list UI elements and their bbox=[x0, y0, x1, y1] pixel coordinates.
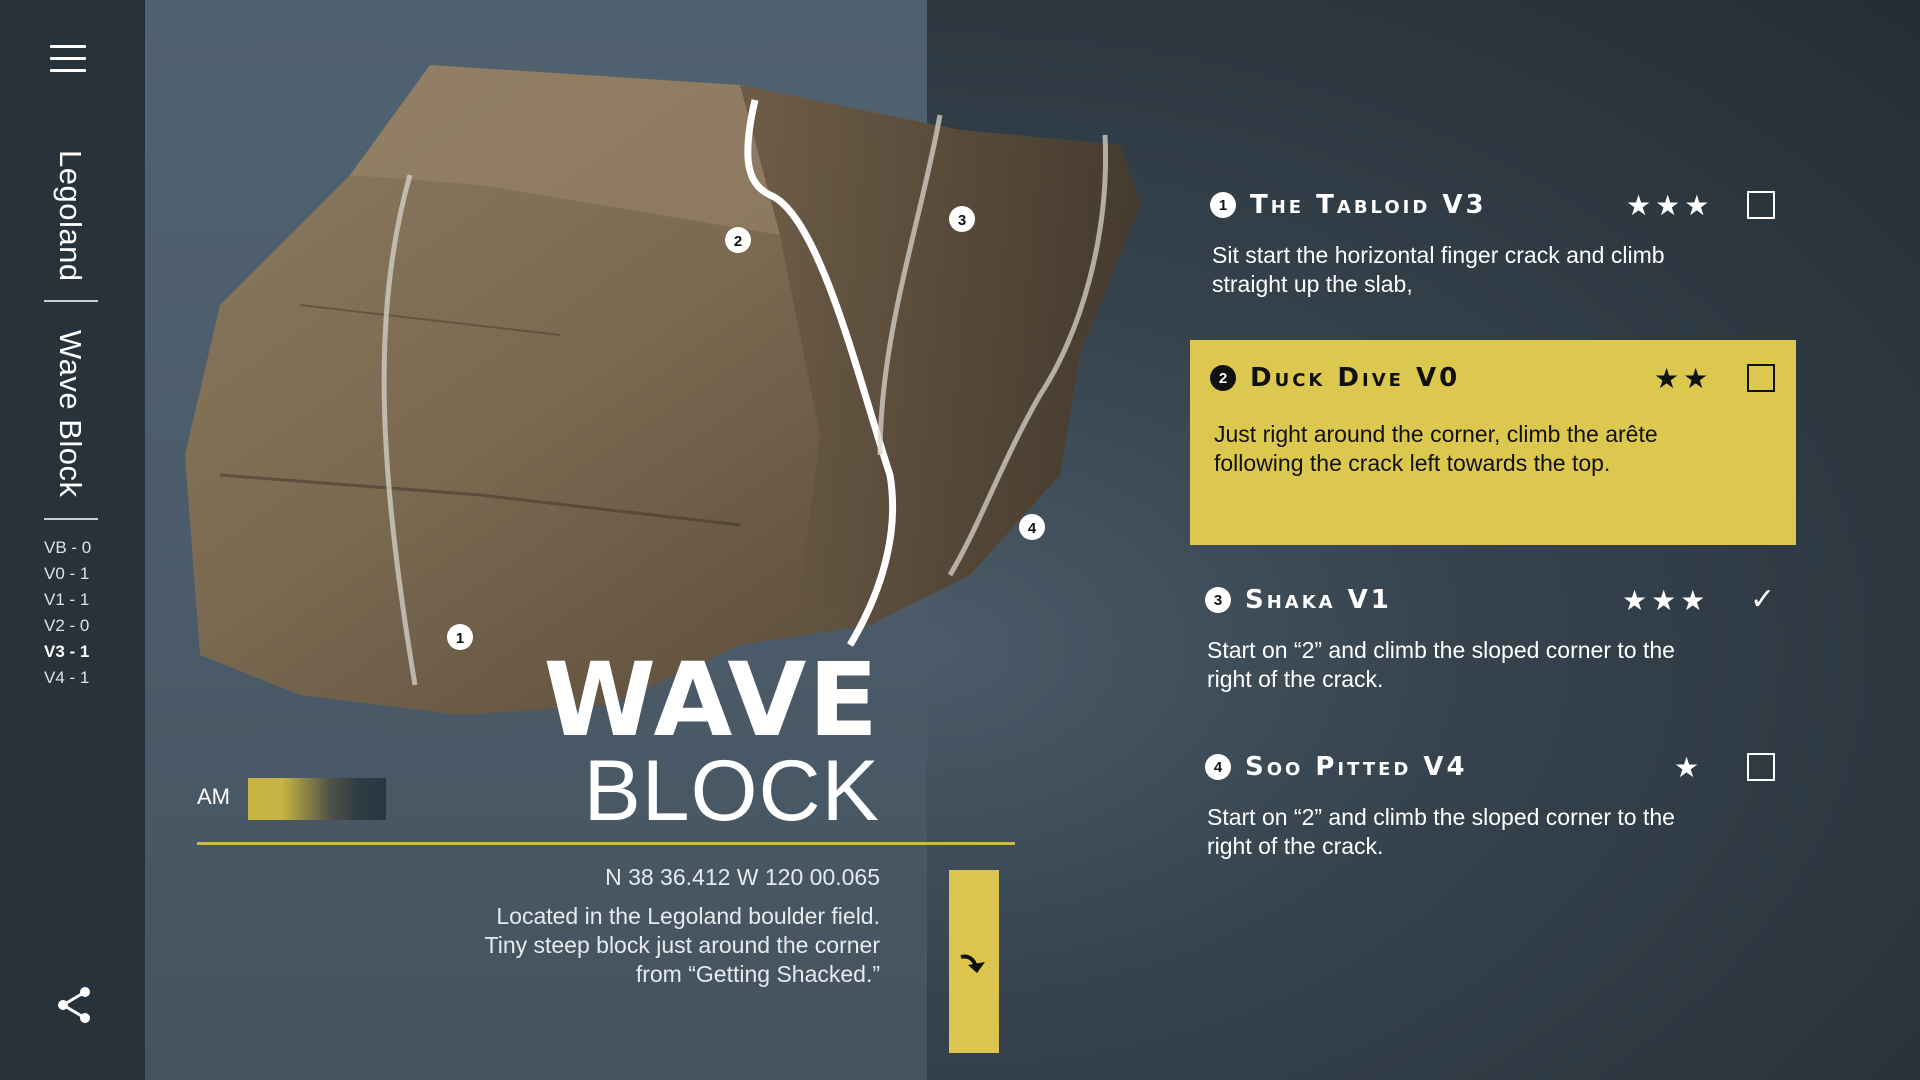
grade-count: V4 - 1 bbox=[44, 668, 90, 687]
breadcrumb-boulder[interactable]: Wave Block bbox=[52, 330, 88, 498]
route-header: 1 The Tabloid V3 bbox=[1210, 185, 1487, 225]
route-description: Start on “2” and climb the sloped corner… bbox=[1207, 637, 1675, 692]
curved-arrow-icon bbox=[960, 954, 985, 973]
route-card-3[interactable]: 3 Shaka V1 ★★★ ✓ Start on “2” and climb … bbox=[1190, 580, 1796, 700]
route-marker-4[interactable]: 4 bbox=[1019, 514, 1045, 540]
route-number-badge: 1 bbox=[1210, 192, 1236, 218]
route-header: 3 Shaka V1 bbox=[1205, 580, 1392, 620]
sidebar-divider bbox=[44, 300, 98, 302]
svg-text:2: 2 bbox=[734, 233, 742, 250]
grade-count: V2 - 0 bbox=[44, 616, 90, 635]
tick-checkbox[interactable] bbox=[1747, 364, 1775, 392]
route-header: 2 Duck Dive V0 bbox=[1210, 358, 1460, 398]
share-icon[interactable] bbox=[55, 985, 95, 1025]
grade-count: VB - 0 bbox=[44, 538, 92, 557]
tick-checkbox[interactable] bbox=[1747, 191, 1775, 219]
boulder-title-top: WAVE bbox=[543, 641, 880, 760]
breadcrumb-area[interactable]: Legoland bbox=[52, 150, 88, 282]
route-marker-1[interactable]: 1 bbox=[447, 624, 473, 650]
svg-text:4: 4 bbox=[1028, 520, 1037, 537]
grade-count-highlighted: V3 - 1 bbox=[44, 642, 90, 661]
hamburger-menu-icon[interactable] bbox=[50, 45, 86, 77]
star-rating: ★ bbox=[1674, 752, 1704, 783]
boulder-description: Located in the Legoland boulder field. T… bbox=[484, 903, 880, 987]
route-description: Sit start the horizontal finger crack an… bbox=[1212, 242, 1665, 297]
grade-count: V0 - 1 bbox=[44, 564, 90, 583]
route-name: The Tabloid V3 bbox=[1250, 190, 1487, 220]
sun-exposure-gradient bbox=[248, 778, 386, 820]
sun-exposure-label: AM bbox=[197, 784, 230, 809]
grade-summary: VB - 0 V0 - 1 V1 - 1 V2 - 0 V3 - 1 V4 - … bbox=[44, 535, 91, 691]
route-number-badge: 3 bbox=[1205, 587, 1231, 613]
route-card-2[interactable]: 2 Duck Dive V0 ★★ Just right around the … bbox=[1190, 340, 1796, 545]
svg-text:3: 3 bbox=[958, 212, 966, 229]
tick-checkbox[interactable] bbox=[1747, 753, 1775, 781]
route-marker-3[interactable]: 3 bbox=[949, 206, 975, 232]
star-rating: ★★★ bbox=[1626, 190, 1714, 221]
route-card-1[interactable]: 1 The Tabloid V3 ★★★ Sit start the horiz… bbox=[1190, 185, 1796, 335]
route-description: Just right around the corner, climb the … bbox=[1214, 421, 1658, 476]
route-number-badge: 2 bbox=[1210, 365, 1236, 391]
boulder-photo: 1 2 3 4 bbox=[185, 65, 1140, 715]
route-name: Duck Dive V0 bbox=[1250, 363, 1461, 393]
gps-coordinates: N 38 36.412 W 120 00.065 bbox=[605, 864, 880, 890]
route-header: 4 Soo Pitted V4 bbox=[1205, 747, 1468, 787]
star-rating: ★★★ bbox=[1622, 585, 1710, 616]
route-name: Shaka V1 bbox=[1245, 585, 1392, 615]
directions-button[interactable] bbox=[949, 870, 999, 1053]
sidebar: Legoland Wave Block VB - 0 V0 - 1 V1 - 1… bbox=[0, 0, 145, 1080]
route-name: Soo Pitted V4 bbox=[1245, 752, 1468, 782]
boulder-title-bottom: BLOCK bbox=[583, 743, 880, 839]
grade-count: V1 - 1 bbox=[44, 590, 90, 609]
route-number-badge: 4 bbox=[1205, 754, 1231, 780]
star-rating: ★★ bbox=[1654, 363, 1713, 394]
route-card-4[interactable]: 4 Soo Pitted V4 ★ Start on “2” and climb… bbox=[1190, 747, 1796, 867]
checkmark-icon[interactable]: ✓ bbox=[1750, 582, 1775, 617]
accent-divider bbox=[197, 842, 1015, 845]
route-marker-2[interactable]: 2 bbox=[725, 227, 751, 253]
route-description: Start on “2” and climb the sloped corner… bbox=[1207, 804, 1675, 859]
svg-text:1: 1 bbox=[456, 630, 464, 647]
sidebar-divider bbox=[44, 518, 98, 520]
